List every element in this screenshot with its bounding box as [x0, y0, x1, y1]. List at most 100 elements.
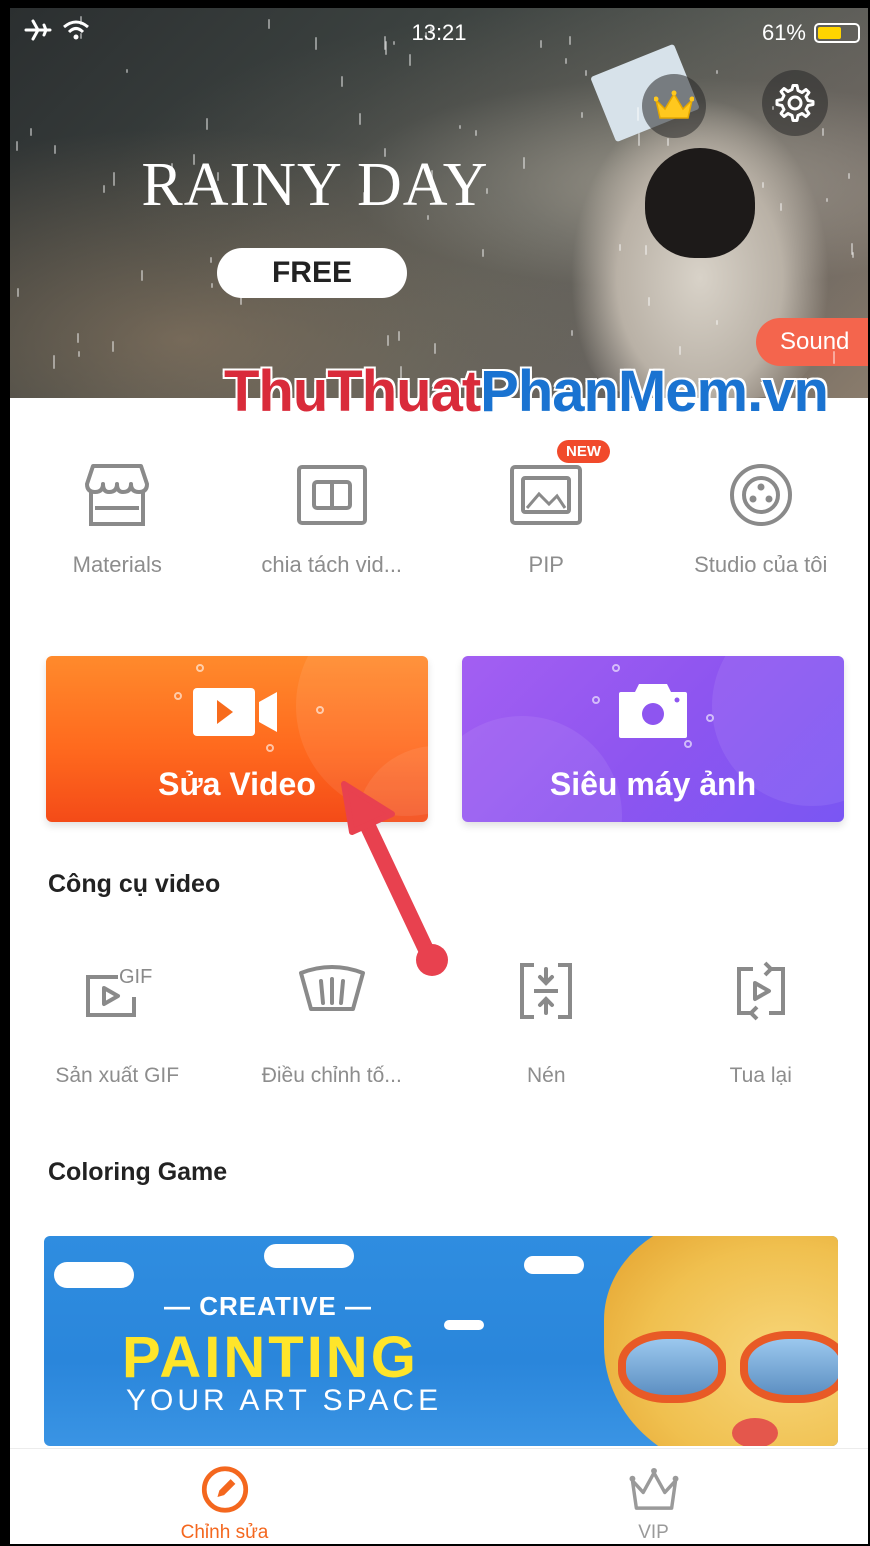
rain-streak — [387, 335, 389, 346]
rain-streak — [393, 171, 395, 178]
rain-streak — [427, 215, 429, 220]
battery-icon — [814, 23, 860, 43]
status-bar: 13:21 61% — [10, 8, 868, 58]
quick-item-label: chia tách vid... — [261, 552, 403, 577]
rain-streak — [772, 106, 774, 110]
tool-label: Sản xuất GIF — [55, 1064, 180, 1087]
rain-streak — [645, 245, 647, 255]
rain-streak — [240, 292, 242, 305]
quick-item-label: PIP — [528, 552, 564, 577]
rain-streak — [77, 333, 79, 343]
tool-compress[interactable]: Nén — [439, 956, 654, 1096]
rain-streak — [585, 70, 587, 76]
nav-edit[interactable]: Chỉnh sửa — [10, 1449, 439, 1544]
quick-item-split-video[interactable]: chia tách vid... — [225, 448, 440, 588]
rain-streak — [482, 249, 484, 257]
rain-streak — [619, 244, 621, 251]
rain-streak — [193, 154, 195, 165]
watermark-part1: ThuThuat — [224, 359, 481, 424]
rain-streak — [780, 203, 782, 211]
picture-in-picture-icon — [510, 465, 583, 525]
rain-streak — [475, 130, 477, 136]
settings-button[interactable] — [762, 70, 828, 136]
svg-text:GIF: GIF — [119, 966, 152, 988]
tool-label: Tua lại — [729, 1064, 792, 1087]
cloud-decoration — [524, 1256, 584, 1274]
rain-streak — [211, 283, 213, 288]
tool-reverse[interactable]: Tua lại — [654, 956, 869, 1096]
rain-streak — [648, 297, 650, 306]
rain-streak — [565, 58, 567, 64]
nav-vip[interactable]: VIP — [439, 1449, 868, 1544]
app-screen: RAINY DAY FREE Sound 13:21 61% ThuThuatP… — [10, 8, 868, 1544]
reverse-icon — [736, 961, 785, 1021]
quick-item-label: Studio của tôi — [694, 552, 828, 577]
vip-crown-button[interactable] — [642, 74, 706, 138]
quick-item-materials[interactable]: Materials — [10, 448, 225, 588]
video-tools-title: Công cụ video — [48, 870, 221, 898]
art-space-text: YOUR ART SPACE — [126, 1384, 443, 1417]
quick-item-my-studio[interactable]: Studio của tôi — [654, 448, 869, 588]
rain-streak — [341, 76, 343, 87]
watermark-logo: ThuThuatPhanMem.vn — [224, 358, 829, 425]
battery-percent: 61% — [761, 20, 806, 45]
coloring-game-banner[interactable]: — CREATIVE — PAINTING YOUR ART SPACE — [44, 1236, 838, 1446]
rain-streak — [581, 112, 583, 118]
tool-label: Điều chỉnh tố... — [261, 1064, 402, 1087]
edit-video-label: Sửa Video — [158, 766, 316, 802]
rain-streak — [716, 70, 718, 74]
bottom-nav: Chỉnh sửa VIP — [10, 1448, 868, 1544]
rain-streak — [833, 351, 835, 364]
card-decoration — [612, 664, 620, 672]
compress-icon — [520, 963, 573, 1019]
rain-streak — [716, 320, 718, 325]
rain-streak — [360, 260, 362, 270]
status-time: 13:21 — [411, 20, 467, 45]
cloud-decoration — [264, 1244, 354, 1268]
quick-actions-row: Materials chia tách vid... NEW PIP Studi… — [10, 440, 869, 588]
rain-streak — [822, 128, 824, 136]
tool-gif-maker[interactable]: GIF Sản xuất GIF — [10, 956, 225, 1096]
card-decoration — [196, 664, 204, 672]
rain-streak — [398, 331, 400, 341]
rain-streak — [78, 351, 80, 357]
rain-streak — [848, 173, 850, 179]
rain-streak — [113, 172, 115, 186]
rain-streak — [679, 346, 681, 355]
nav-label: Chỉnh sửa — [180, 1522, 269, 1543]
coloring-game-title: Coloring Game — [48, 1158, 228, 1186]
cloud-decoration — [54, 1262, 134, 1288]
quick-item-label: Materials — [72, 552, 162, 577]
crown-icon — [654, 90, 694, 119]
painting-text: PAINTING — [122, 1325, 419, 1390]
rain-streak — [103, 185, 105, 193]
film-reel-icon — [729, 464, 792, 526]
card-decoration — [266, 744, 274, 752]
new-badge: NEW — [557, 440, 610, 463]
rain-streak — [112, 341, 114, 352]
edit-video-card[interactable]: Sửa Video — [46, 656, 428, 822]
rain-streak — [30, 128, 32, 136]
hero-banner[interactable]: RAINY DAY FREE Sound — [10, 8, 868, 398]
free-badge-button[interactable]: FREE — [217, 248, 407, 298]
super-camera-card[interactable]: Siêu máy ảnh — [462, 656, 844, 822]
rain-streak — [431, 170, 433, 182]
quick-item-pip[interactable]: NEW PIP — [439, 440, 654, 588]
rain-streak — [826, 198, 828, 202]
rain-streak — [637, 107, 639, 121]
creative-text: — CREATIVE — — [164, 1291, 372, 1321]
rain-streak — [210, 257, 212, 263]
rain-streak — [141, 270, 143, 281]
hero-hair-image — [645, 148, 755, 258]
rain-streak — [486, 188, 488, 194]
video-camera-icon — [193, 688, 277, 736]
tool-speed-adjust[interactable]: Điều chỉnh tố... — [225, 956, 440, 1096]
hero-title: RAINY DAY — [141, 151, 489, 219]
crown-icon — [629, 1467, 678, 1510]
rain-streak — [571, 330, 573, 336]
rain-streak — [206, 118, 208, 130]
video-tools-row: GIF Sản xuất GIF Điều chỉnh tố... Nén Tu… — [10, 956, 868, 1096]
store-icon — [85, 464, 150, 526]
rain-streak — [54, 145, 56, 154]
camera-icon — [619, 684, 687, 738]
